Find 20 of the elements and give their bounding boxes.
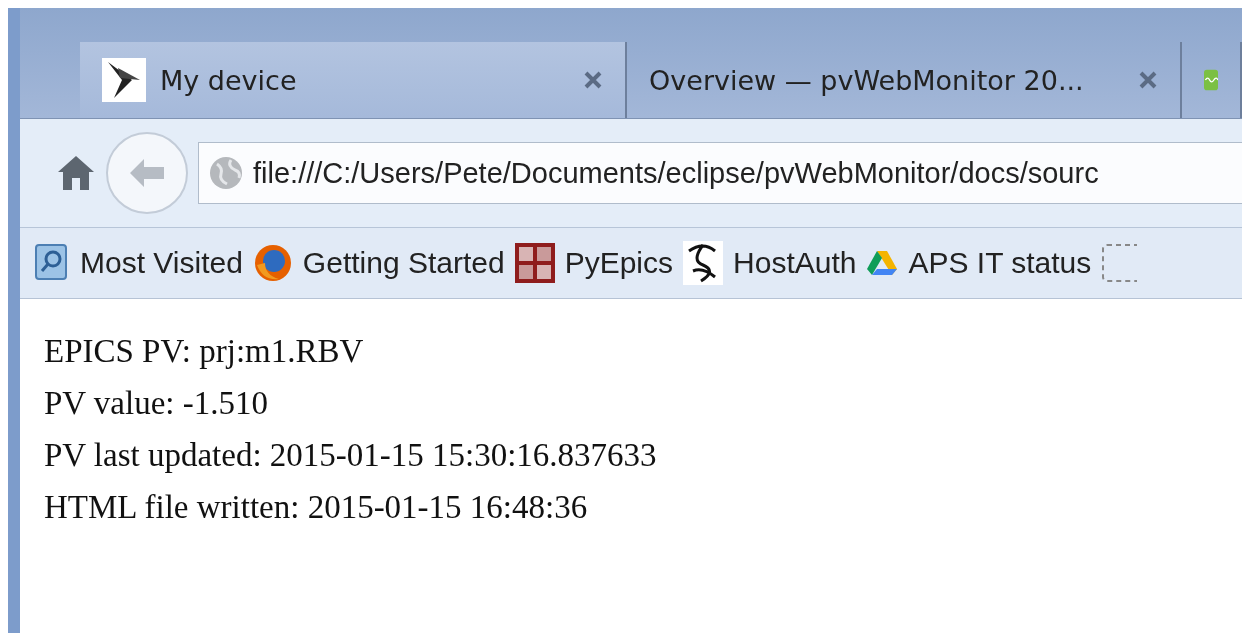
close-icon[interactable]: [583, 70, 604, 90]
bookmark-link[interactable]: Getting Started: [252, 243, 505, 283]
close-icon[interactable]: [1138, 70, 1158, 90]
globe-icon: [209, 156, 243, 190]
page-text-line: PV value: -1.510: [44, 384, 269, 423]
page-text-line: EPICS PV: prj:m1.RBV: [44, 332, 365, 371]
home-icon[interactable]: [56, 154, 96, 192]
address-field[interactable]: file:///C:/Users/Pete/Documents/eclipse/pvWebMonitor/docs/sourc: [198, 142, 1242, 204]
search-icon: [34, 243, 70, 283]
bookmark-link[interactable]: APS IT status: [866, 246, 1092, 280]
bookmark-link[interactable]: Most Visited: [34, 243, 243, 283]
dashed-box-icon: [1101, 243, 1138, 283]
back-arrow-icon: [128, 157, 166, 189]
bookmark-link[interactable]: PyEpics: [514, 243, 674, 283]
browser-tab[interactable]: My device: [80, 42, 628, 118]
bookmark-link[interactable]: HostAuth: [683, 241, 857, 285]
glyph-icon: [683, 241, 724, 285]
page-text-line: HTML file written: 2015-01-15 16:48:36: [44, 488, 589, 527]
bird-icon: [102, 58, 146, 102]
page-text-line: PV last updated: 2015-01-15 15:30:16.837633: [44, 436, 658, 475]
